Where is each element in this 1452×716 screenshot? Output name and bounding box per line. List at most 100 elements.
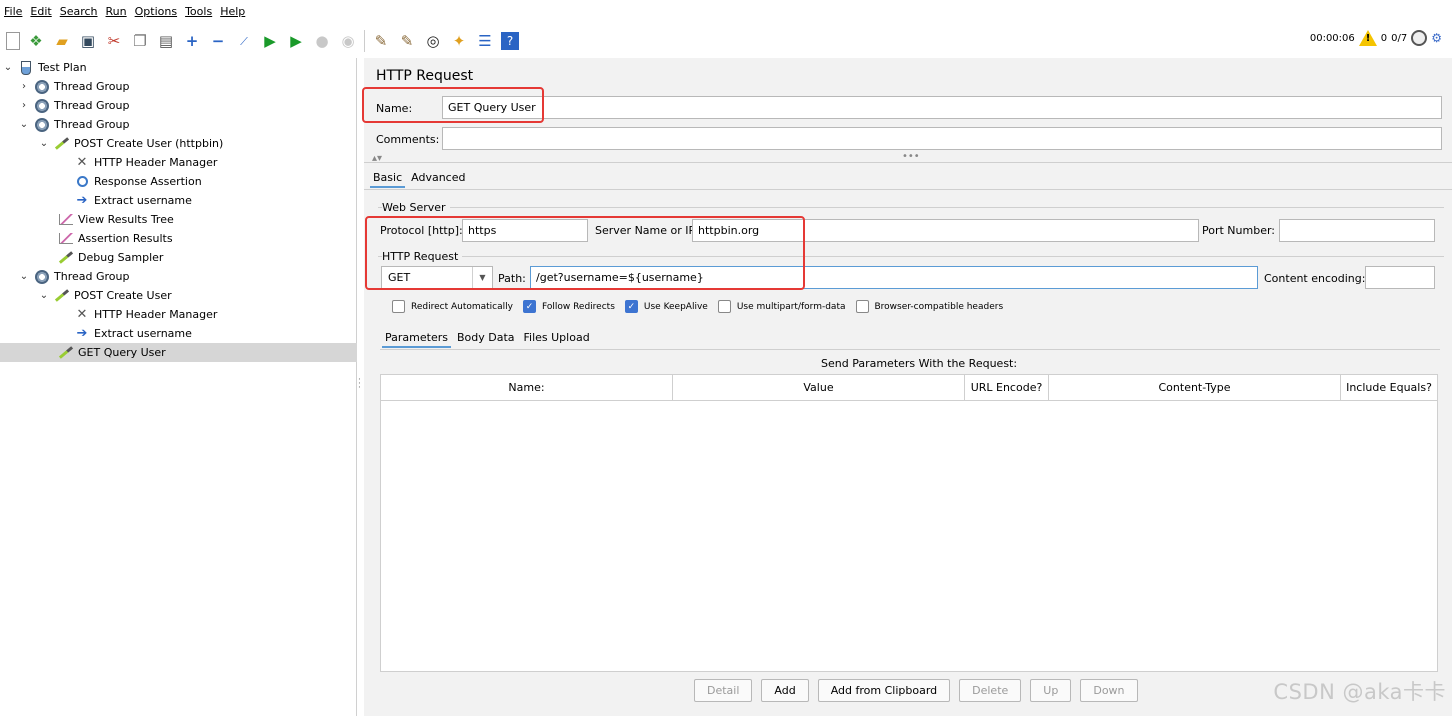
- gear-icon: [34, 79, 50, 95]
- encoding-field[interactable]: [1365, 266, 1435, 289]
- checkbox[interactable]: [717, 300, 731, 313]
- detail-button[interactable]: Detail: [694, 679, 753, 702]
- column-header-include-equals[interactable]: Include Equals?: [1341, 375, 1437, 400]
- tab-files-upload[interactable]: Files Upload: [521, 329, 593, 348]
- extractor-arrow-icon: ➔: [76, 326, 88, 341]
- start-no-pauses-icon[interactable]: ▶: [286, 31, 306, 51]
- path-field[interactable]: /get?username=${username}: [530, 266, 1258, 289]
- redirect-automatically-option[interactable]: Redirect Automatically: [392, 300, 513, 313]
- tab-advanced[interactable]: Advanced: [408, 169, 468, 188]
- method-value: GET: [388, 271, 411, 284]
- server-field[interactable]: httpbin.org: [692, 219, 1199, 242]
- protocol-field[interactable]: https: [462, 219, 588, 242]
- tree-item-response-assertion[interactable]: Response Assertion: [74, 172, 202, 191]
- cut-icon[interactable]: ✂: [104, 31, 124, 51]
- comments-field[interactable]: [442, 127, 1442, 150]
- up-button[interactable]: Up: [1030, 679, 1072, 702]
- checkbox[interactable]: [392, 300, 405, 313]
- tree-item-thread-group-4[interactable]: ⌄ Thread Group: [18, 267, 129, 286]
- delete-button[interactable]: Delete: [959, 679, 1022, 702]
- menu-run[interactable]: Run: [106, 5, 127, 18]
- chevron-down-icon[interactable]: ⌄: [38, 138, 50, 149]
- divider-grip[interactable]: •••: [902, 151, 920, 162]
- checkbox-checked[interactable]: ✓: [522, 300, 536, 313]
- start-icon[interactable]: ▶: [260, 31, 280, 51]
- menu-tools[interactable]: Tools: [185, 5, 212, 18]
- log-icon[interactable]: ⚙: [1431, 31, 1442, 45]
- collapse-icon[interactable]: −: [208, 31, 228, 51]
- menu-options[interactable]: Options: [135, 5, 177, 18]
- tab-body-data[interactable]: Body Data: [454, 329, 518, 348]
- tree-item-label: Debug Sampler: [78, 251, 164, 264]
- tree-item-get-query-user[interactable]: GET Query User: [0, 343, 357, 362]
- tree-item-http-header-manager-2[interactable]: ✕ HTTP Header Manager: [74, 305, 218, 324]
- reset-search-icon[interactable]: ✦: [449, 31, 469, 51]
- tools-icon: ✕: [76, 155, 88, 170]
- tree-item-debug-sampler[interactable]: Debug Sampler: [58, 248, 163, 267]
- expand-icon[interactable]: +: [182, 31, 202, 51]
- listener-chart-icon: [58, 231, 74, 247]
- chevron-down-icon[interactable]: ⌄: [18, 119, 30, 130]
- add-from-clipboard-button[interactable]: Add from Clipboard: [817, 679, 951, 702]
- save-icon[interactable]: ▣: [78, 31, 98, 51]
- chevron-down-icon[interactable]: ⌄: [2, 62, 14, 73]
- divider: [364, 189, 1452, 190]
- chevron-down-icon[interactable]: ⌄: [18, 271, 30, 282]
- new-icon[interactable]: [6, 32, 20, 50]
- add-button[interactable]: Add: [761, 679, 809, 702]
- open-icon[interactable]: ▰: [52, 31, 72, 51]
- browser-compatible-option[interactable]: Browser-compatible headers: [855, 300, 1003, 313]
- toolbar: ❖ ▰ ▣ ✂ ❐ ▤ + − ⟋ ▶ ▶ ● ◉ ✎ ✎ ◎ ✦ ☰ ? 00…: [0, 24, 1452, 58]
- menu-file[interactable]: File: [4, 5, 22, 18]
- name-field[interactable]: GET Query User: [442, 96, 1442, 119]
- chevron-down-icon[interactable]: ▼: [472, 267, 492, 288]
- function-helper-icon[interactable]: ☰: [475, 31, 495, 51]
- chevron-right-icon[interactable]: ›: [18, 100, 30, 111]
- menu-help[interactable]: Help: [220, 5, 245, 18]
- tree-item-thread-group-2[interactable]: › Thread Group: [18, 96, 129, 115]
- tree-item-label: Thread Group: [54, 270, 130, 283]
- parameters-table[interactable]: Name: Value URL Encode? Content-Type Inc…: [380, 374, 1438, 672]
- menu-edit[interactable]: Edit: [30, 5, 51, 18]
- tree-item-post-create-user[interactable]: ⌄ POST Create User: [38, 286, 172, 305]
- tree-item-extract-username[interactable]: ➔ Extract username: [74, 191, 192, 210]
- tab-basic[interactable]: Basic: [370, 169, 406, 188]
- help-icon[interactable]: ?: [501, 32, 519, 50]
- search-icon[interactable]: ◎: [423, 31, 443, 51]
- clear-icon[interactable]: ✎: [371, 31, 391, 51]
- tree-item-test-plan[interactable]: ⌄ Test Plan: [2, 58, 87, 77]
- tree-item-post-create-user-httpbin[interactable]: ⌄ POST Create User (httpbin): [38, 134, 223, 153]
- toggle-icon[interactable]: ⟋: [234, 31, 254, 51]
- column-header-name[interactable]: Name:: [381, 375, 673, 400]
- use-keepalive-option[interactable]: ✓ Use KeepAlive: [624, 300, 708, 313]
- warning-icon[interactable]: [1358, 30, 1377, 46]
- templates-icon[interactable]: ❖: [26, 31, 46, 51]
- shutdown-icon[interactable]: ◉: [338, 31, 358, 51]
- tree-item-http-header-manager[interactable]: ✕ HTTP Header Manager: [74, 153, 218, 172]
- multipart-option[interactable]: Use multipart/form-data: [717, 300, 846, 313]
- copy-icon[interactable]: ❐: [130, 31, 150, 51]
- tree-item-assertion-results[interactable]: Assertion Results: [58, 229, 173, 248]
- column-header-url-encode[interactable]: URL Encode?: [965, 375, 1049, 400]
- tree-item-extract-username-2[interactable]: ➔ Extract username: [74, 324, 192, 343]
- tree-item-view-results-tree[interactable]: View Results Tree: [58, 210, 174, 229]
- port-field[interactable]: [1279, 219, 1435, 242]
- down-button[interactable]: Down: [1080, 679, 1138, 702]
- tab-parameters[interactable]: Parameters: [382, 329, 451, 348]
- checkbox-checked[interactable]: ✓: [624, 300, 638, 313]
- http-request-legend: HTTP Request: [382, 250, 463, 263]
- paste-icon[interactable]: ▤: [156, 31, 176, 51]
- status-area: 00:00:06 0 0/7 ⚙: [1310, 30, 1442, 46]
- stop-icon[interactable]: ●: [312, 31, 332, 51]
- menu-search[interactable]: Search: [60, 5, 98, 18]
- column-header-value[interactable]: Value: [673, 375, 965, 400]
- follow-redirects-option[interactable]: ✓ Follow Redirects: [522, 300, 615, 313]
- method-select[interactable]: GET ▼: [381, 266, 493, 289]
- clear-all-icon[interactable]: ✎: [397, 31, 417, 51]
- chevron-right-icon[interactable]: ›: [18, 81, 30, 92]
- tree-item-thread-group-3[interactable]: ⌄ Thread Group: [18, 115, 129, 134]
- checkbox[interactable]: [855, 300, 869, 313]
- column-header-content-type[interactable]: Content-Type: [1049, 375, 1341, 400]
- tree-item-thread-group-1[interactable]: › Thread Group: [18, 77, 129, 96]
- chevron-down-icon[interactable]: ⌄: [38, 290, 50, 301]
